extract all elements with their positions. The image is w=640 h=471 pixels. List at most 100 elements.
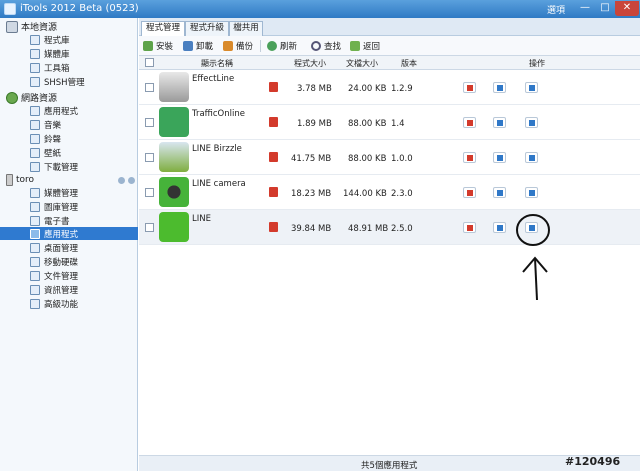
delete-button[interactable] (463, 117, 476, 128)
column-app-size[interactable]: 程式大小 (294, 58, 326, 69)
backup-row-button[interactable] (493, 222, 506, 233)
eject-icon[interactable] (128, 177, 135, 184)
maximize-icon[interactable]: □ (595, 1, 615, 16)
shsh-icon (30, 76, 40, 87)
backup-row-button[interactable] (493, 82, 506, 93)
back-button[interactable]: 返回 (350, 39, 380, 53)
version: 1.2.9 (391, 84, 413, 94)
flag-icon (269, 222, 278, 232)
annotation-circle (516, 214, 550, 246)
uninstall-icon (183, 41, 193, 51)
table-row[interactable]: EffectLine 3.78 MB 24.00 KB 1.2.9 (139, 70, 640, 105)
column-name[interactable]: 顯示名稱 (201, 58, 233, 69)
column-doc-size[interactable]: 文檔大小 (346, 58, 378, 69)
media-icon (30, 48, 40, 59)
folder-icon (529, 85, 535, 91)
backup-row-button[interactable] (493, 187, 506, 198)
row-checkbox[interactable] (145, 153, 154, 162)
table-row[interactable]: LINE Birzzle 41.75 MB 88.00 KB 1.0.0 (139, 140, 640, 175)
sidebar-item-media-mgmt[interactable]: 媒體管理 (30, 186, 136, 199)
sidebar-group-local[interactable]: 本地資源 (6, 20, 57, 33)
sidebar-item-usb-drive[interactable]: 移動硬碟 (30, 255, 136, 268)
minimize-icon[interactable]: — (575, 1, 595, 16)
backup-row-button[interactable] (493, 117, 506, 128)
computer-icon (6, 20, 18, 33)
delete-button[interactable] (463, 152, 476, 163)
uninstall-button[interactable]: 卸載 (183, 39, 213, 53)
sidebar-item-app-library[interactable]: 程式庫 (30, 33, 136, 46)
app-size: 39.84 MB (291, 224, 332, 234)
sidebar-item-info-mgmt[interactable]: 資訊管理 (30, 283, 136, 296)
sidebar-item-photo-mgmt[interactable]: 圖庫管理 (30, 200, 136, 213)
sidebar-item-ringtones[interactable]: 鈴聲 (30, 132, 136, 145)
open-folder-button[interactable] (525, 152, 538, 163)
open-folder-button[interactable] (525, 187, 538, 198)
table-row[interactable]: LINE 39.84 MB 48.91 MB 2.5.0 (139, 210, 640, 245)
row-checkbox[interactable] (145, 118, 154, 127)
sidebar-item-file-mgmt[interactable]: 文件管理 (30, 269, 136, 282)
sidebar-item-ebooks[interactable]: 電子書 (30, 214, 136, 227)
trash-icon (467, 225, 473, 231)
tab-file-sharing[interactable]: 檔共用 (229, 21, 263, 36)
app-name: LINE (192, 214, 211, 224)
delete-button[interactable] (463, 82, 476, 93)
app-size: 41.75 MB (291, 154, 332, 164)
flag-icon (269, 152, 278, 162)
photo-icon (30, 201, 40, 212)
sidebar-item-desktop-mgmt[interactable]: 桌面管理 (30, 241, 136, 254)
sidebar-item-toolbox[interactable]: 工具箱 (30, 61, 136, 74)
annotation-arrow-shaft (534, 257, 538, 301)
open-folder-button[interactable] (525, 82, 538, 93)
sidebar-item-wallpaper[interactable]: 壁紙 (30, 146, 136, 159)
delete-button[interactable] (463, 222, 476, 233)
row-checkbox[interactable] (145, 83, 154, 92)
sidebar-item-shsh[interactable]: SHSH管理 (30, 75, 136, 88)
sidebar-item-media-library[interactable]: 媒體庫 (30, 47, 136, 60)
sidebar-group-online[interactable]: 網路資源 (6, 91, 57, 104)
backup-row-button[interactable] (493, 152, 506, 163)
open-folder-button[interactable] (525, 117, 538, 128)
row-checkbox[interactable] (145, 188, 154, 197)
app-size: 3.78 MB (297, 84, 332, 94)
version: 1.0.0 (391, 154, 413, 164)
search-button[interactable]: 查找 (311, 39, 341, 53)
sidebar-group-device[interactable]: toro (6, 174, 34, 186)
sync-icon[interactable] (118, 177, 125, 184)
backup-button[interactable]: 備份 (223, 39, 253, 53)
trash-icon (467, 120, 473, 126)
select-all-checkbox[interactable] (145, 58, 154, 67)
app-thumbnail (159, 107, 189, 137)
save-icon (497, 155, 503, 161)
apps-icon (30, 105, 40, 116)
sidebar-item-advanced[interactable]: 高級功能 (30, 297, 136, 310)
app-name: EffectLine (192, 74, 235, 84)
back-arrow-icon (350, 41, 360, 51)
tab-app-upgrade[interactable]: 程式升級 (185, 21, 229, 36)
delete-button[interactable] (463, 187, 476, 198)
column-actions: 操作 (529, 59, 545, 68)
column-version[interactable]: 版本 (401, 58, 417, 69)
doc-size: 88.00 KB (348, 154, 387, 164)
install-button[interactable]: 安裝 (143, 39, 173, 53)
sidebar: 本地資源 程式庫 媒體庫 工具箱 SHSH管理 網路資源 應用程式 音樂 鈴聲 … (0, 18, 138, 460)
toolbar-separator (260, 40, 261, 52)
sidebar-item-downloads[interactable]: 下載管理 (30, 160, 136, 173)
save-icon (497, 120, 503, 126)
refresh-button[interactable]: 刷新 (267, 39, 297, 53)
title-bar: iTools 2012 Beta (0523) 選項 — □ ✕ (0, 0, 640, 18)
book-icon (30, 215, 40, 226)
sidebar-item-apps[interactable]: 應用程式 (0, 227, 138, 240)
sidebar-item-online-apps[interactable]: 應用程式 (30, 104, 136, 117)
table-row[interactable]: TrafficOnline 1.89 MB 88.00 KB 1.4 (139, 105, 640, 140)
close-icon[interactable]: ✕ (615, 1, 639, 16)
backup-icon (223, 41, 233, 51)
app-name: LINE Birzzle (192, 144, 242, 154)
version: 2.5.0 (391, 224, 413, 234)
flag-icon (269, 187, 278, 197)
table-header: 顯示名稱 程式大小 文檔大小 版本 操作 (139, 56, 640, 70)
tab-app-management[interactable]: 程式管理 (141, 21, 185, 36)
options-menu[interactable]: 選項 (547, 3, 565, 16)
row-checkbox[interactable] (145, 223, 154, 232)
sidebar-item-music[interactable]: 音樂 (30, 118, 136, 131)
table-row[interactable]: LINE camera 18.23 MB 144.00 KB 2.3.0 (139, 175, 640, 210)
